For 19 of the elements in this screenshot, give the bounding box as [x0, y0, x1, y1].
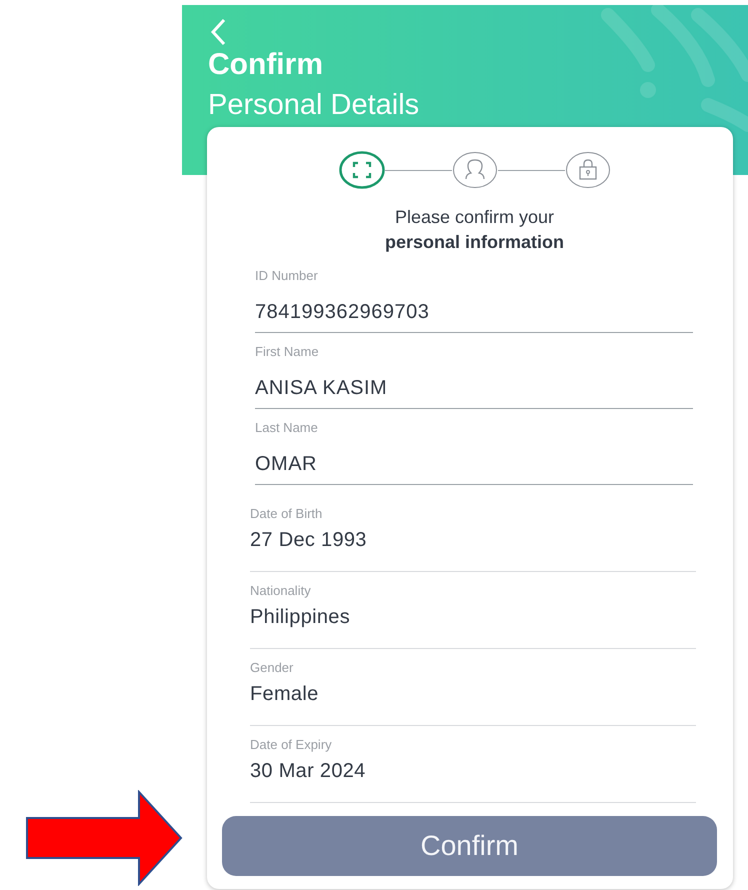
- input-field[interactable]: OMAR: [255, 451, 317, 477]
- arrow-icon: [25, 790, 185, 886]
- field-value: Female: [250, 682, 318, 706]
- field-label: Date of Expiry: [250, 736, 333, 754]
- field-value: Philippines: [250, 605, 350, 629]
- field-label: First Name: [255, 343, 319, 361]
- field-label: Date of Birth: [250, 505, 324, 523]
- screen-title: Confirm: [208, 48, 324, 82]
- field-label: Gender: [250, 659, 294, 677]
- screen-subtitle: Personal Details: [208, 88, 420, 123]
- field-label: Nationality: [250, 582, 312, 600]
- input-field[interactable]: ANISA KASIM: [255, 375, 388, 401]
- field-label: Last Name: [255, 419, 318, 437]
- back-icon[interactable]: [210, 18, 228, 46]
- field-label: ID Number: [255, 267, 318, 285]
- field-value: 30 Mar 2024: [250, 759, 366, 783]
- instruction-text: Please confirm your personal information: [384, 206, 565, 254]
- field-value: 27 Dec 1993: [250, 528, 367, 552]
- input-field[interactable]: 784199362969703: [255, 299, 430, 325]
